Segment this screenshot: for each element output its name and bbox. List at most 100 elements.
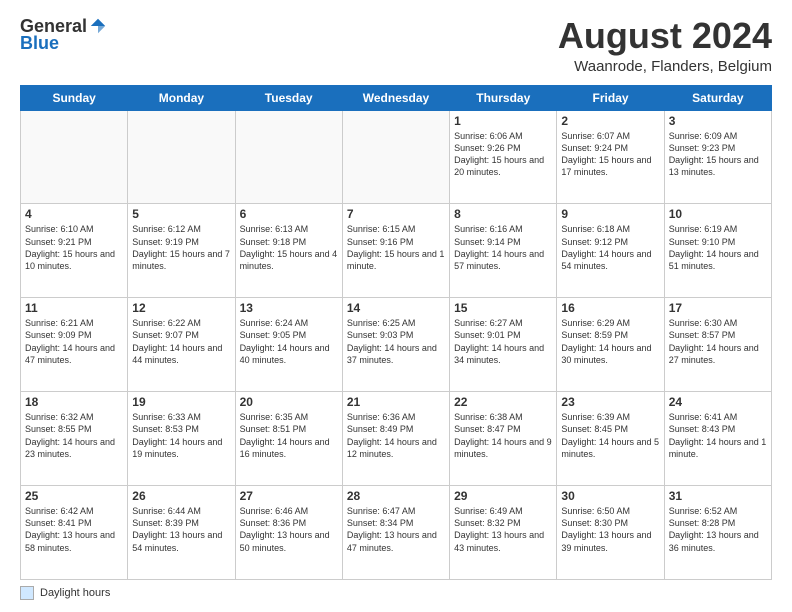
table-row <box>21 110 128 204</box>
day-number: 3 <box>669 114 767 128</box>
day-number: 7 <box>347 207 445 221</box>
calendar-header-row: Sunday Monday Tuesday Wednesday Thursday… <box>21 85 772 110</box>
logo-icon <box>89 17 107 35</box>
day-number: 26 <box>132 489 230 503</box>
day-number: 16 <box>561 301 659 315</box>
day-number: 4 <box>25 207 123 221</box>
table-row <box>128 110 235 204</box>
table-row: 22Sunrise: 6:38 AM Sunset: 8:47 PM Dayli… <box>450 392 557 486</box>
calendar: Sunday Monday Tuesday Wednesday Thursday… <box>20 85 772 580</box>
day-number: 18 <box>25 395 123 409</box>
table-row: 21 Sunrise: 6:36 AM Sunset: 8:49 PM Dayli… <box>342 392 449 486</box>
table-row <box>235 110 342 204</box>
footer: Daylight hours <box>20 586 772 600</box>
month-year: August 2024 <box>558 16 772 56</box>
day-info: Sunrise: 6:39 AM Sunset: 8:45 PM Dayligh… <box>561 411 659 460</box>
day-number: 2 <box>561 114 659 128</box>
calendar-week-row: 4 Sunrise: 6:10 AM Sunset: 9:21 PM Daylig… <box>21 204 772 298</box>
table-row: 11 Sunrise: 6:21 AM Sunset: 9:09 PM Dayli… <box>21 298 128 392</box>
day-info: Sunrise: 6:24 AM Sunset: 9:05 PM Dayligh… <box>240 317 338 366</box>
table-row: 15Sunrise: 6:27 AM Sunset: 9:01 PM Dayli… <box>450 298 557 392</box>
day-info: Sunrise: 6:42 AM Sunset: 8:41 PM Dayligh… <box>25 505 123 554</box>
col-monday: Monday <box>128 85 235 110</box>
day-info: Sunrise: 6:18 AM Sunset: 9:12 PM Dayligh… <box>561 223 659 272</box>
day-info: Sunrise: 6:41 AM Sunset: 8:43 PM Dayligh… <box>669 411 767 460</box>
day-info: Sunrise: 6:10 AM Sunset: 9:21 PM Dayligh… <box>25 223 123 272</box>
day-number: 13 <box>240 301 338 315</box>
table-row: 13 Sunrise: 6:24 AM Sunset: 9:05 PM Dayli… <box>235 298 342 392</box>
table-row: 23Sunrise: 6:39 AM Sunset: 8:45 PM Dayli… <box>557 392 664 486</box>
table-row: 10 Sunrise: 6:19 AM Sunset: 9:10 PM Dayli… <box>664 204 771 298</box>
day-number: 22 <box>454 395 552 409</box>
day-info: Sunrise: 6:19 AM Sunset: 9:10 PM Dayligh… <box>669 223 767 272</box>
day-info: Sunrise: 6:52 AM Sunset: 8:28 PM Dayligh… <box>669 505 767 554</box>
title-block: August 2024 Waanrode, Flanders, Belgium <box>558 16 772 75</box>
table-row: 14Sunrise: 6:25 AM Sunset: 9:03 PM Dayli… <box>342 298 449 392</box>
day-info: Sunrise: 6:27 AM Sunset: 9:01 PM Dayligh… <box>454 317 552 366</box>
day-info: Sunrise: 6:36 AM Sunset: 8:49 PM Dayligh… <box>347 411 445 460</box>
col-sunday: Sunday <box>21 85 128 110</box>
day-info: Sunrise: 6:32 AM Sunset: 8:55 PM Dayligh… <box>25 411 123 460</box>
day-number: 12 <box>132 301 230 315</box>
day-info: Sunrise: 6:47 AM Sunset: 8:34 PM Dayligh… <box>347 505 445 554</box>
table-row: 17 Sunrise: 6:30 AM Sunset: 8:57 PM Dayli… <box>664 298 771 392</box>
table-row: 2 Sunrise: 6:07 AM Sunset: 9:24 PM Daylig… <box>557 110 664 204</box>
day-number: 20 <box>240 395 338 409</box>
day-number: 1 <box>454 114 552 128</box>
day-number: 31 <box>669 489 767 503</box>
day-info: Sunrise: 6:16 AM Sunset: 9:14 PM Dayligh… <box>454 223 552 272</box>
day-number: 19 <box>132 395 230 409</box>
day-info: Sunrise: 6:50 AM Sunset: 8:30 PM Dayligh… <box>561 505 659 554</box>
day-info: Sunrise: 6:07 AM Sunset: 9:24 PM Dayligh… <box>561 130 659 179</box>
table-row: 30Sunrise: 6:50 AM Sunset: 8:30 PM Dayli… <box>557 486 664 580</box>
col-thursday: Thursday <box>450 85 557 110</box>
day-info: Sunrise: 6:22 AM Sunset: 9:07 PM Dayligh… <box>132 317 230 366</box>
day-info: Sunrise: 6:13 AM Sunset: 9:18 PM Dayligh… <box>240 223 338 272</box>
col-tuesday: Tuesday <box>235 85 342 110</box>
table-row: 5Sunrise: 6:12 AM Sunset: 9:19 PM Daylig… <box>128 204 235 298</box>
calendar-week-row: 1Sunrise: 6:06 AM Sunset: 9:26 PM Daylig… <box>21 110 772 204</box>
table-row: 27Sunrise: 6:46 AM Sunset: 8:36 PM Dayli… <box>235 486 342 580</box>
day-info: Sunrise: 6:09 AM Sunset: 9:23 PM Dayligh… <box>669 130 767 179</box>
day-info: Sunrise: 6:30 AM Sunset: 8:57 PM Dayligh… <box>669 317 767 366</box>
table-row: 29Sunrise: 6:49 AM Sunset: 8:32 PM Dayli… <box>450 486 557 580</box>
table-row: 3 Sunrise: 6:09 AM Sunset: 9:23 PM Daylig… <box>664 110 771 204</box>
day-number: 5 <box>132 207 230 221</box>
day-info: Sunrise: 6:29 AM Sunset: 8:59 PM Dayligh… <box>561 317 659 366</box>
legend-label: Daylight hours <box>40 587 110 599</box>
table-row: 16 Sunrise: 6:29 AM Sunset: 8:59 PM Dayli… <box>557 298 664 392</box>
day-number: 6 <box>240 207 338 221</box>
table-row: 12 Sunrise: 6:22 AM Sunset: 9:07 PM Dayli… <box>128 298 235 392</box>
calendar-week-row: 25 Sunrise: 6:42 AM Sunset: 8:41 PM Dayli… <box>21 486 772 580</box>
day-info: Sunrise: 6:44 AM Sunset: 8:39 PM Dayligh… <box>132 505 230 554</box>
logo: General Blue <box>20 16 107 54</box>
day-number: 11 <box>25 301 123 315</box>
day-number: 8 <box>454 207 552 221</box>
table-row: 26 Sunrise: 6:44 AM Sunset: 8:39 PM Dayli… <box>128 486 235 580</box>
legend-box <box>20 586 34 600</box>
col-wednesday: Wednesday <box>342 85 449 110</box>
table-row <box>342 110 449 204</box>
table-row: 18 Sunrise: 6:32 AM Sunset: 8:55 PM Dayli… <box>21 392 128 486</box>
header: General Blue August 2024 Waanrode, Fland… <box>20 16 772 75</box>
day-number: 14 <box>347 301 445 315</box>
day-number: 24 <box>669 395 767 409</box>
page: General Blue August 2024 Waanrode, Fland… <box>0 0 792 612</box>
day-info: Sunrise: 6:33 AM Sunset: 8:53 PM Dayligh… <box>132 411 230 460</box>
table-row: 31 Sunrise: 6:52 AM Sunset: 8:28 PM Dayli… <box>664 486 771 580</box>
day-number: 25 <box>25 489 123 503</box>
day-number: 10 <box>669 207 767 221</box>
calendar-week-row: 11 Sunrise: 6:21 AM Sunset: 9:09 PM Dayli… <box>21 298 772 392</box>
table-row: 28 Sunrise: 6:47 AM Sunset: 8:34 PM Dayli… <box>342 486 449 580</box>
day-info: Sunrise: 6:21 AM Sunset: 9:09 PM Dayligh… <box>25 317 123 366</box>
table-row: 19 Sunrise: 6:33 AM Sunset: 8:53 PM Dayli… <box>128 392 235 486</box>
day-number: 28 <box>347 489 445 503</box>
day-number: 9 <box>561 207 659 221</box>
day-number: 17 <box>669 301 767 315</box>
day-number: 21 <box>347 395 445 409</box>
table-row: 20Sunrise: 6:35 AM Sunset: 8:51 PM Dayli… <box>235 392 342 486</box>
table-row: 6 Sunrise: 6:13 AM Sunset: 9:18 PM Daylig… <box>235 204 342 298</box>
table-row: 7Sunrise: 6:15 AM Sunset: 9:16 PM Daylig… <box>342 204 449 298</box>
day-number: 29 <box>454 489 552 503</box>
table-row: 25 Sunrise: 6:42 AM Sunset: 8:41 PM Dayli… <box>21 486 128 580</box>
